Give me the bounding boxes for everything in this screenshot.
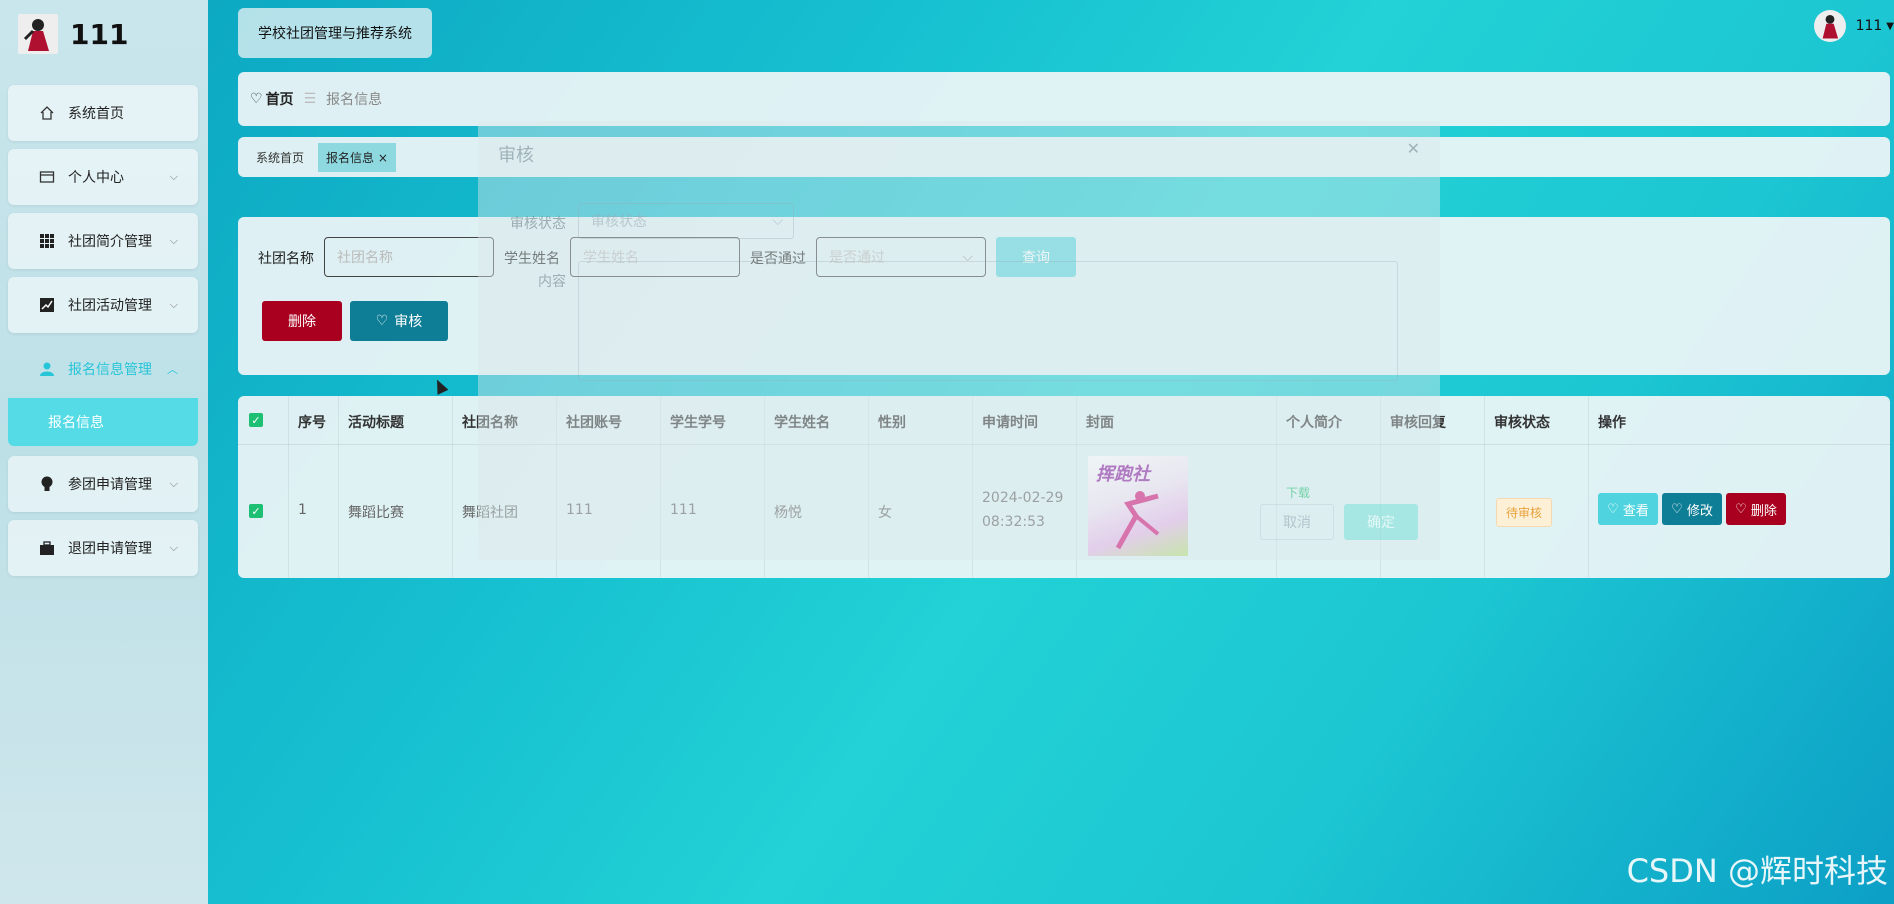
chevron-down-icon: ⌵	[169, 170, 178, 183]
sidebar: 111 系统首页 个人中心 ⌵ 社团简介管理 ⌵ 社团活动管理 ⌵ 报名信息管理…	[0, 0, 208, 904]
sidebar-subitem-signup-info[interactable]: 报名信息	[8, 398, 198, 446]
heart-icon: ♡	[1671, 501, 1683, 517]
breadcrumb-separator-icon: ☰	[303, 91, 317, 107]
sidebar-item-label: 报名信息管理	[68, 362, 152, 378]
sidebar-item-club-intro[interactable]: 社团简介管理 ⌵	[8, 213, 198, 269]
mouse-cursor-icon	[431, 377, 449, 395]
column-divider	[452, 396, 453, 578]
sidebar-item-label: 社团活动管理	[68, 298, 152, 314]
status-select[interactable]: 审核状态 ⌵	[578, 203, 794, 239]
chevron-down-icon: ⌵	[772, 213, 783, 229]
grid-icon	[38, 232, 56, 250]
sidebar-subitem-label: 报名信息	[48, 415, 104, 431]
column-divider	[338, 396, 339, 578]
home-icon	[38, 104, 56, 122]
view-button[interactable]: ♡ 查看	[1598, 493, 1658, 525]
brand: 111	[18, 14, 128, 54]
bulb-icon	[38, 475, 56, 493]
tag-home[interactable]: 系统首页	[256, 149, 304, 166]
tag-signup-info[interactable]: 报名信息 ×	[318, 142, 396, 172]
edit-button[interactable]: ♡ 修改	[1662, 493, 1722, 525]
status-select-value: 审核状态	[591, 214, 647, 230]
heart-icon: ♡	[375, 313, 389, 329]
sidebar-item-label: 个人中心	[68, 170, 124, 186]
table-header: 审核状态	[1494, 415, 1550, 431]
review-button[interactable]: ♡ 审核	[350, 301, 448, 341]
user-name: 111	[1855, 18, 1883, 34]
brand-name: 111	[70, 17, 129, 51]
sidebar-item-club-activity[interactable]: 社团活动管理 ⌵	[8, 277, 198, 333]
close-icon[interactable]: ×	[378, 151, 388, 165]
confirm-button[interactable]: 确定	[1344, 504, 1418, 540]
sidebar-item-label: 社团简介管理	[68, 234, 152, 250]
brand-avatar	[18, 14, 58, 54]
heart-icon: ♡	[1735, 501, 1747, 517]
avatar-icon	[23, 19, 49, 51]
delete-button[interactable]: 删除	[262, 301, 342, 341]
club-name-label: 社团名称	[258, 251, 314, 267]
sidebar-item-profile[interactable]: 个人中心 ⌵	[8, 149, 198, 205]
chevron-down-icon: ⌵	[169, 298, 178, 311]
tag-label: 报名信息	[326, 150, 375, 165]
sidebar-item-label: 系统首页	[68, 106, 124, 122]
column-divider	[1588, 396, 1589, 578]
row-delete-button-label: 删除	[1750, 503, 1777, 519]
row-checkbox[interactable]: ✓	[249, 504, 263, 518]
breadcrumb: ♡ 首页 ☰ 报名信息	[238, 72, 1890, 126]
content-label: 内容	[538, 274, 566, 290]
column-divider	[1484, 396, 1485, 578]
caret-down-icon: ▼	[1886, 20, 1894, 32]
cell-title: 舞蹈比赛	[348, 505, 404, 521]
club-name-input[interactable]: 社团名称	[324, 237, 494, 277]
status-badge: 待审核	[1496, 498, 1553, 527]
row-delete-button[interactable]: ♡ 删除	[1726, 493, 1786, 525]
heart-icon: ♡	[250, 91, 263, 107]
system-title: 学校社团管理与推荐系统	[238, 8, 432, 58]
sidebar-item-signup[interactable]: 报名信息管理 ︿	[8, 341, 198, 397]
review-button-label: 审核	[394, 314, 423, 330]
user-avatar[interactable]	[1813, 10, 1846, 42]
view-button-label: 查看	[1622, 503, 1649, 519]
column-divider	[288, 396, 289, 578]
table-header: 序号	[298, 415, 326, 431]
user-icon	[38, 360, 56, 378]
close-icon[interactable]: ✕	[1407, 139, 1420, 158]
sidebar-item-label: 参团申请管理	[68, 477, 152, 493]
cell-index: 1	[298, 502, 307, 518]
avatar-icon	[1822, 14, 1838, 39]
watermark: CSDN @辉时科技	[1626, 852, 1888, 890]
user-menu[interactable]: 111 ▼	[1813, 10, 1894, 42]
chevron-down-icon: ⌵	[169, 541, 178, 554]
sidebar-item-quit-apply[interactable]: 退团申请管理 ⌵	[8, 520, 198, 576]
content-textarea[interactable]	[578, 261, 1398, 381]
edit-button-label: 修改	[1686, 503, 1713, 519]
chevron-up-icon: ︿	[167, 363, 178, 376]
status-label: 审核状态	[510, 216, 566, 232]
sidebar-item-home[interactable]: 系统首页	[8, 85, 198, 141]
chevron-down-icon: ⌵	[169, 477, 178, 490]
chevron-down-icon: ⌵	[169, 234, 178, 247]
card-icon	[38, 168, 56, 186]
breadcrumb-home[interactable]: 首页	[266, 89, 294, 109]
briefcase-icon	[38, 539, 56, 557]
select-all-checkbox[interactable]: ✓	[249, 413, 263, 427]
heart-icon: ♡	[1607, 501, 1619, 517]
dialog-title: 审核	[498, 145, 534, 166]
review-dialog: 审核 ✕ 审核状态 审核状态 ⌵ 内容 取消 确定	[478, 121, 1440, 560]
chart-icon	[38, 296, 56, 314]
cancel-button[interactable]: 取消	[1260, 504, 1334, 540]
sidebar-item-label: 退团申请管理	[68, 541, 152, 557]
breadcrumb-current: 报名信息	[326, 92, 383, 108]
table-header: 活动标题	[348, 415, 404, 431]
table-header: 操作	[1598, 415, 1626, 431]
sidebar-item-join-apply[interactable]: 参团申请管理 ⌵	[8, 456, 198, 512]
